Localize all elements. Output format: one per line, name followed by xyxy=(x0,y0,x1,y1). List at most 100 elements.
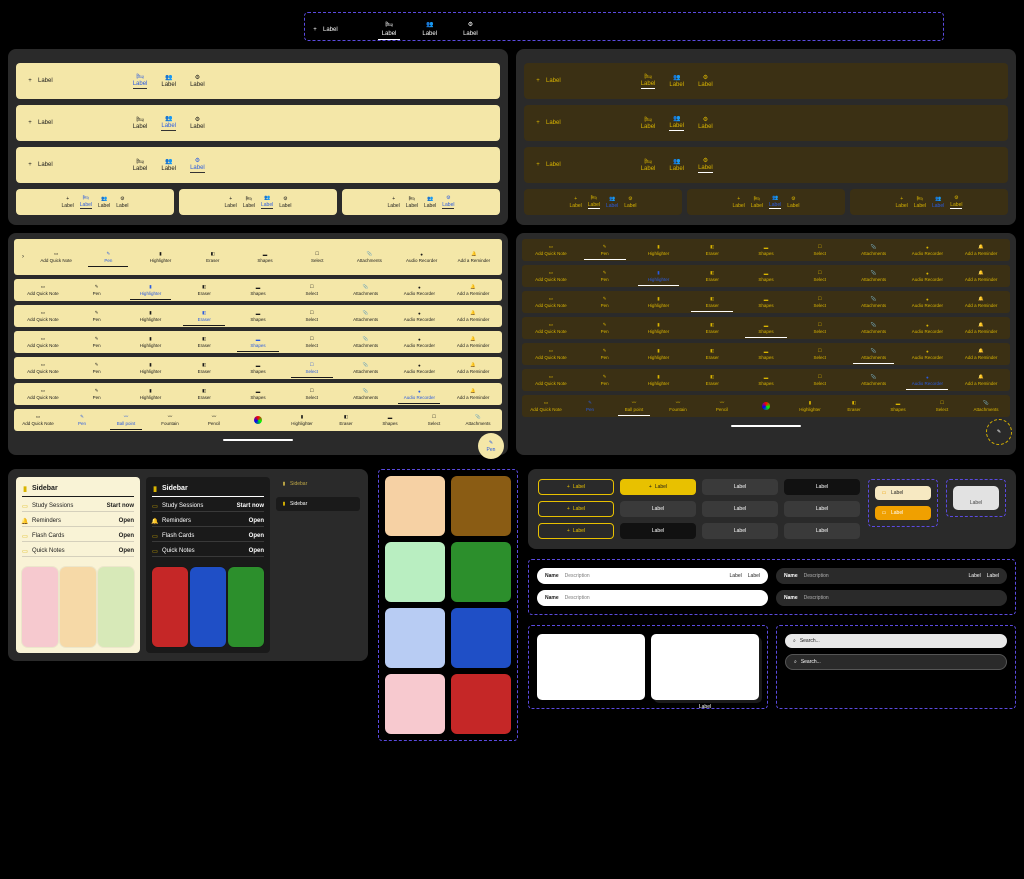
tool-add-reminder[interactable]: 🔔Add a Reminder xyxy=(958,373,1004,387)
tool-attachments[interactable]: 📎Attachments xyxy=(851,269,897,283)
tool-shapes[interactable]: ▬Shapes xyxy=(880,400,916,413)
compact-tab[interactable]: ⚙Label xyxy=(279,196,291,209)
tool-pen[interactable]: ✎Pen xyxy=(582,295,628,309)
tool-eraser[interactable]: ◧Eraser xyxy=(181,309,227,323)
tab-item[interactable]: 🛏Label xyxy=(641,73,656,89)
tool-pen[interactable]: ✎Pen xyxy=(74,361,120,375)
tool-audio-recorder[interactable]: ●Audio Recorder xyxy=(904,322,950,335)
tab-item[interactable]: ⚙Label xyxy=(190,74,205,89)
tool-add-quick-note[interactable]: ▭Add Quick Note xyxy=(528,399,564,413)
tool-attachments[interactable]: 📎Attachments xyxy=(460,413,496,427)
card[interactable]: Label xyxy=(651,634,759,700)
text-field[interactable]: NameDescriptionLabelLabel xyxy=(537,568,768,584)
grip-icon[interactable]: ▮ xyxy=(152,486,158,492)
tool-select[interactable]: ☐Select xyxy=(797,295,843,309)
compact-tab[interactable]: 🛏Label xyxy=(243,196,255,209)
tool-eraser[interactable]: ◧Eraser xyxy=(328,413,364,427)
chip[interactable]: Label xyxy=(784,523,860,539)
tool-shapes[interactable]: ▬Shapes xyxy=(743,296,789,309)
tool-add-quick-note[interactable]: ▭Add Quick Note xyxy=(20,413,56,427)
tool-attachments[interactable]: 📎Attachments xyxy=(343,309,389,323)
color-picker[interactable] xyxy=(240,415,276,425)
tool-shapes[interactable]: ▬Shapes xyxy=(743,322,789,335)
tool-select[interactable]: ☐Select xyxy=(924,399,960,413)
tab-item[interactable]: 👥Label xyxy=(669,115,684,131)
compact-tab[interactable]: +Label xyxy=(570,196,582,209)
tool-shapes[interactable]: ▬Shapes xyxy=(243,251,287,264)
sidebar-item-quick-notes[interactable]: ▭Quick NotesOpen xyxy=(22,546,134,557)
sidebar-item-flash-cards[interactable]: ▭Flash CardsOpen xyxy=(152,531,264,542)
tool-pen[interactable]: ✎Pen xyxy=(572,399,608,413)
compact-tab[interactable]: 🛏Label xyxy=(406,196,418,209)
tool-shapes[interactable]: ▬Shapes xyxy=(235,310,281,323)
tool-shapes[interactable]: ▬Shapes xyxy=(235,336,281,349)
chip[interactable]: Label xyxy=(702,501,778,517)
tool-add-quick-note[interactable]: ▭Add Quick Note xyxy=(528,373,574,387)
tool-pen[interactable]: ✎Pen xyxy=(86,250,130,264)
sidebar-item-reminders[interactable]: 🔔RemindersOpen xyxy=(152,516,264,527)
compact-tab[interactable]: 🛏Label xyxy=(80,195,92,209)
tool-highlighter[interactable]: ▮Highlighter xyxy=(138,250,182,264)
tool-highlighter[interactable]: ▮Highlighter xyxy=(128,335,174,349)
tool-pencil[interactable]: 〰Pencil xyxy=(196,413,232,427)
tool-select[interactable]: ☐Select xyxy=(797,243,843,257)
tab-item[interactable]: 🛏Label xyxy=(133,158,148,173)
tool-audio-recorder[interactable]: ●Audio Recorder xyxy=(904,348,950,361)
color-swatch[interactable] xyxy=(451,476,511,536)
tool-select[interactable]: ☐Select xyxy=(289,309,335,323)
tab-item[interactable]: 👥Label xyxy=(669,74,684,89)
tool-pencil[interactable]: 〰Pencil xyxy=(704,399,740,413)
tool-add-quick-note[interactable]: ▭Add Quick Note xyxy=(528,295,574,309)
tool-attachments[interactable]: 📎Attachments xyxy=(968,399,1004,413)
tool-audio-recorder[interactable]: ●Audio Recorder xyxy=(904,374,950,387)
compact-tab[interactable]: 👥Label xyxy=(261,195,273,209)
tool-highlighter[interactable]: ▮Highlighter xyxy=(128,309,174,323)
chip[interactable]: Label xyxy=(784,479,860,495)
sidebar-item-flash-cards[interactable]: ▭Flash CardsOpen xyxy=(22,531,134,542)
tool-attachments[interactable]: 📎Attachments xyxy=(851,243,897,257)
tool-add-quick-note[interactable]: ▭Add Quick Note xyxy=(528,269,574,283)
tool-highlighter[interactable]: ▮Highlighter xyxy=(792,399,828,413)
color-swatch[interactable] xyxy=(451,674,511,734)
text-field[interactable]: NameDescription xyxy=(776,590,1007,606)
tool-eraser[interactable]: ◧Eraser xyxy=(836,399,872,413)
add-label-button[interactable]: +Label xyxy=(534,161,561,169)
chevron-right-icon[interactable]: › xyxy=(20,243,26,271)
add-label-button[interactable]: +Label xyxy=(26,161,53,169)
chip[interactable]: Label xyxy=(702,479,778,495)
tool-pen[interactable]: ✎Pen xyxy=(582,269,628,283)
tool-shapes[interactable]: ▬Shapes xyxy=(743,348,789,361)
tool-add-quick-note[interactable]: ▭Add Quick Note xyxy=(20,387,66,401)
tool-eraser[interactable]: ◧Eraser xyxy=(689,373,735,387)
tool-audio-recorder[interactable]: ●Audio Recorder xyxy=(904,270,950,283)
tool-add-reminder[interactable]: 🔔Add a Reminder xyxy=(452,250,496,264)
tool-add-quick-note[interactable]: ▭Add Quick Note xyxy=(20,309,66,323)
tool-audio-recorder[interactable]: ●Audio Recorder xyxy=(396,388,442,401)
tool-attachments[interactable]: 📎Attachments xyxy=(851,321,897,335)
tool-highlighter[interactable]: ▮Highlighter xyxy=(128,387,174,401)
compact-tab[interactable]: +Label xyxy=(896,196,908,209)
tool-add-quick-note[interactable]: ▭Add Quick Note xyxy=(20,335,66,349)
badge[interactable]: ▭Label xyxy=(875,506,931,520)
tab-item[interactable]: ⚙Label xyxy=(190,116,205,131)
tool-add-reminder[interactable]: 🔔Add a Reminder xyxy=(958,347,1004,361)
tool-audio-recorder[interactable]: ●Audio Recorder xyxy=(396,336,442,349)
tool-eraser[interactable]: ◧Eraser xyxy=(689,295,735,309)
tool-shapes[interactable]: ▬Shapes xyxy=(743,244,789,257)
tool-eraser[interactable]: ◧Eraser xyxy=(181,387,227,401)
tool-add-reminder[interactable]: 🔔Add a Reminder xyxy=(450,283,496,297)
chip[interactable]: +Label xyxy=(538,479,614,495)
tool-add-quick-note[interactable]: ▭Add Quick Note xyxy=(20,361,66,375)
track-handle[interactable] xyxy=(223,439,293,441)
tool-select[interactable]: ☐Select xyxy=(289,335,335,349)
chip[interactable]: Label xyxy=(702,523,778,539)
compact-tab[interactable]: +Label xyxy=(733,196,745,209)
tool-ball-point[interactable]: 〰Ball point xyxy=(108,413,144,427)
search-input[interactable]: ⌕Search... xyxy=(785,634,1007,648)
tool-audio-recorder[interactable]: ●Audio Recorder xyxy=(396,310,442,323)
tab-item[interactable]: 👥 Label xyxy=(418,19,441,40)
add-label-button[interactable]: +Label xyxy=(534,77,561,85)
card[interactable]: Label xyxy=(953,486,999,510)
tool-add-reminder[interactable]: 🔔Add a Reminder xyxy=(958,269,1004,283)
add-label-button[interactable]: +Label xyxy=(534,119,561,127)
